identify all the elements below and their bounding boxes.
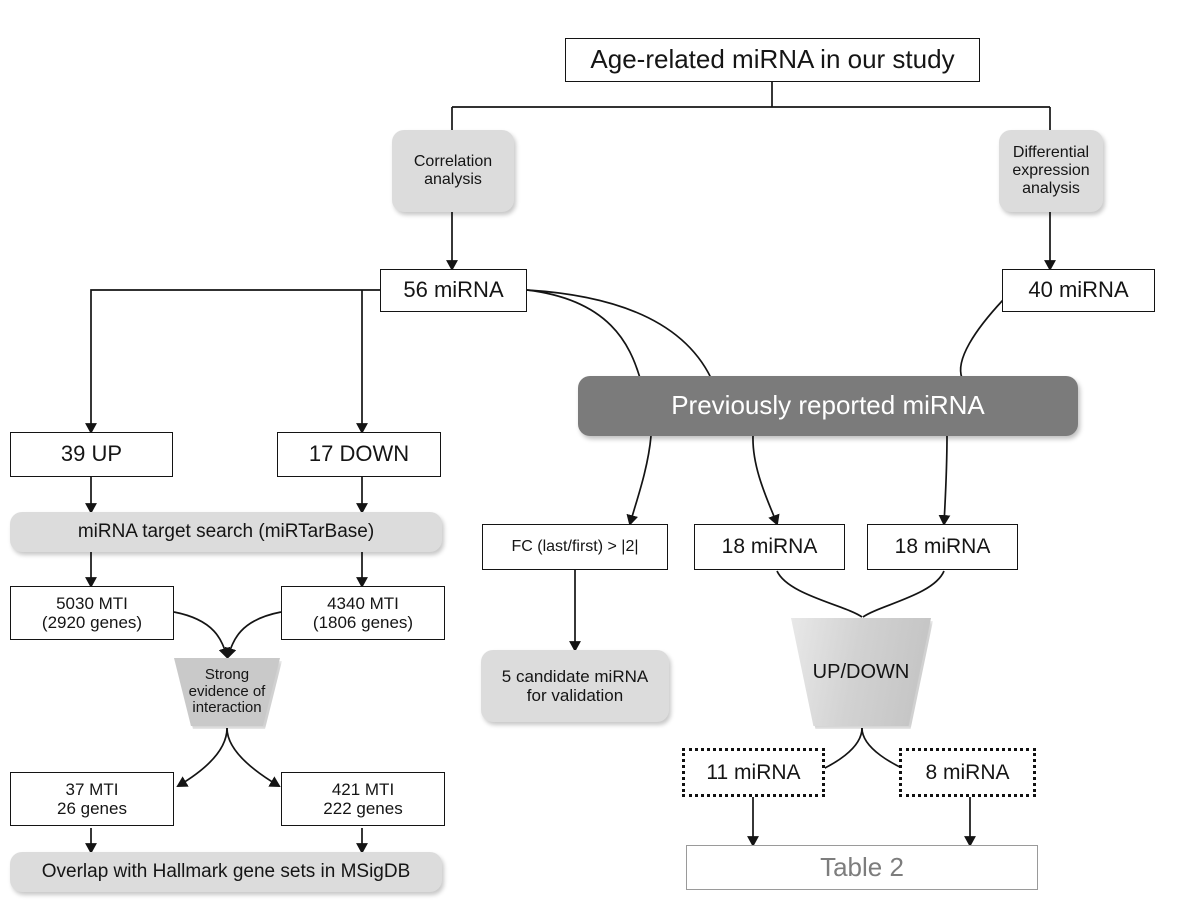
node-56-mirna[interactable]: 56 miRNA xyxy=(380,269,527,312)
node-11-mirna[interactable]: 11 miRNA xyxy=(682,748,825,797)
node-40-mirna-label: 40 miRNA xyxy=(1028,277,1129,303)
node-table-2-reference-label: Table 2 xyxy=(820,851,904,882)
node-5030-mti[interactable]: 5030 MTI (2920 genes) xyxy=(10,586,174,640)
node-5-candidate-mirna[interactable]: 5 candidate miRNA for validation xyxy=(481,650,669,722)
node-5030-mti-label: 5030 MTI (2920 genes) xyxy=(41,593,143,632)
node-table-2-reference[interactable]: Table 2 xyxy=(686,845,1038,890)
node-8-mirna-label: 8 miRNA xyxy=(925,760,1010,784)
node-overlap-hallmark[interactable]: Overlap with Hallmark gene sets in MSigD… xyxy=(10,852,442,892)
node-17-down-label: 17 DOWN xyxy=(308,441,410,467)
node-4340-mti-label: 4340 MTI (1806 genes) xyxy=(312,593,414,632)
node-correlation-analysis-label: Correlation analysis xyxy=(413,153,493,188)
node-up-down-label: UP/DOWN xyxy=(812,660,910,683)
node-421-mti-label: 421 MTI 222 genes xyxy=(323,779,403,818)
flowchart-canvas: Age-related miRNA in our study Correlati… xyxy=(0,0,1200,900)
node-fold-change-filter-label: FC (last/first) > |2| xyxy=(511,538,639,556)
node-root[interactable]: Age-related miRNA in our study xyxy=(565,38,980,82)
node-37-mti-label: 37 MTI 26 genes xyxy=(57,779,127,818)
node-37-mti[interactable]: 37 MTI 26 genes xyxy=(10,772,174,826)
node-correlation-analysis[interactable]: Correlation analysis xyxy=(392,130,514,212)
node-39-up-label: 39 UP xyxy=(60,441,123,467)
node-differential-expression-analysis[interactable]: Differential expression analysis xyxy=(999,130,1103,212)
node-previously-reported-mirna[interactable]: Previously reported miRNA xyxy=(578,376,1078,436)
node-18-mirna-right[interactable]: 18 miRNA xyxy=(867,524,1018,570)
node-mirna-target-search-label: miRNA target search (miRTarBase) xyxy=(77,521,375,543)
node-strong-evidence[interactable]: Strong evidence of interaction xyxy=(174,658,280,726)
node-overlap-hallmark-label: Overlap with Hallmark gene sets in MSigD… xyxy=(41,861,411,883)
node-mirna-target-search[interactable]: miRNA target search (miRTarBase) xyxy=(10,512,442,552)
node-strong-evidence-label: Strong evidence of interaction xyxy=(188,665,266,717)
node-5-candidate-mirna-label: 5 candidate miRNA for validation xyxy=(501,666,649,705)
node-11-mirna-label: 11 miRNA xyxy=(706,760,801,784)
node-39-up[interactable]: 39 UP xyxy=(10,432,173,477)
node-40-mirna[interactable]: 40 miRNA xyxy=(1002,269,1155,312)
node-differential-expression-analysis-label: Differential expression analysis xyxy=(1012,144,1090,197)
node-56-mirna-label: 56 miRNA xyxy=(403,277,504,303)
node-root-label: Age-related miRNA in our study xyxy=(590,44,955,75)
node-18-mirna-left-label: 18 miRNA xyxy=(721,535,818,559)
node-18-mirna-right-label: 18 miRNA xyxy=(894,535,991,559)
node-previously-reported-mirna-label: Previously reported miRNA xyxy=(671,390,985,421)
node-4340-mti[interactable]: 4340 MTI (1806 genes) xyxy=(281,586,445,640)
node-fold-change-filter[interactable]: FC (last/first) > |2| xyxy=(482,524,668,570)
node-18-mirna-left[interactable]: 18 miRNA xyxy=(694,524,845,570)
node-421-mti[interactable]: 421 MTI 222 genes xyxy=(281,772,445,826)
node-17-down[interactable]: 17 DOWN xyxy=(277,432,441,477)
node-up-down[interactable]: UP/DOWN xyxy=(791,618,931,726)
node-8-mirna[interactable]: 8 miRNA xyxy=(899,748,1036,797)
